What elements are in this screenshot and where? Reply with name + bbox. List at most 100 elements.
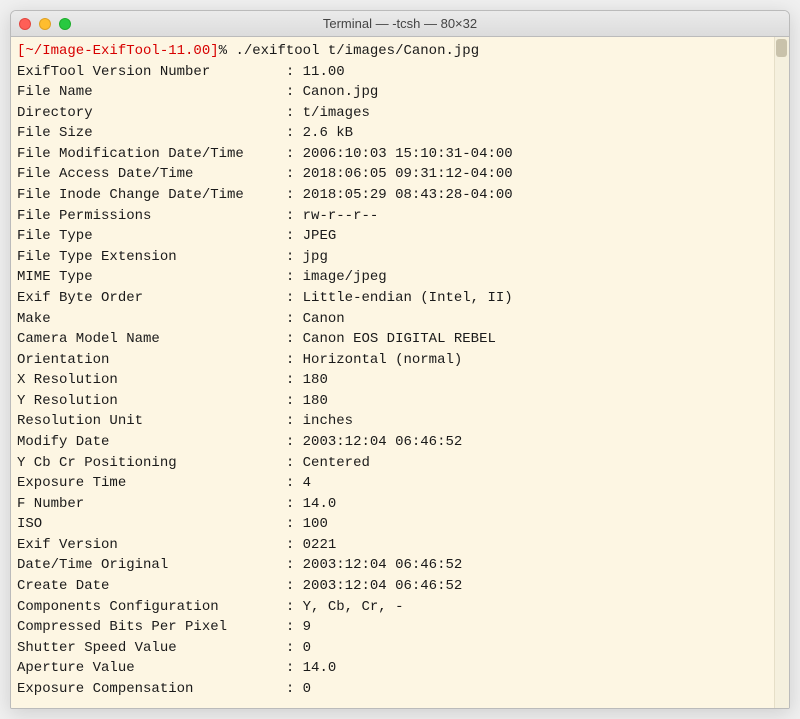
output-separator: : <box>286 249 303 265</box>
output-value: 4 <box>303 475 311 491</box>
output-row: ISO : 100 <box>17 514 783 535</box>
output-row: Directory : t/images <box>17 103 783 124</box>
output-value: 9 <box>303 619 311 635</box>
output-separator: : <box>286 105 303 121</box>
output-value: 2003:12:04 06:46:52 <box>303 434 463 450</box>
output-label: File Inode Change Date/Time <box>17 187 286 203</box>
output-separator: : <box>286 660 303 676</box>
output-row: Create Date : 2003:12:04 06:46:52 <box>17 576 783 597</box>
output-label: MIME Type <box>17 269 286 285</box>
output-separator: : <box>286 537 303 553</box>
output-separator: : <box>286 578 303 594</box>
output-separator: : <box>286 228 303 244</box>
output-separator: : <box>286 166 303 182</box>
output-value: 0221 <box>303 537 337 553</box>
output-label: Make <box>17 311 286 327</box>
output-separator: : <box>286 599 303 615</box>
output-row: File Permissions : rw-r--r-- <box>17 206 783 227</box>
output-row: Shutter Speed Value : 0 <box>17 638 783 659</box>
output-value: 2006:10:03 15:10:31-04:00 <box>303 146 513 162</box>
output-value: 11.00 <box>303 64 345 80</box>
output-value: 0 <box>303 681 311 697</box>
output-label: Resolution Unit <box>17 413 286 429</box>
output-row: File Modification Date/Time : 2006:10:03… <box>17 144 783 165</box>
output-separator: : <box>286 619 303 635</box>
output-label: File Type <box>17 228 286 244</box>
output-value: Y, Cb, Cr, - <box>303 599 404 615</box>
output-separator: : <box>286 557 303 573</box>
output-label: F Number <box>17 496 286 512</box>
output-value: Canon.jpg <box>303 84 379 100</box>
output-row: Y Cb Cr Positioning : Centered <box>17 453 783 474</box>
terminal-body[interactable]: [~/Image-ExifTool-11.00]% ./exiftool t/i… <box>11 37 789 708</box>
output-separator: : <box>286 455 303 471</box>
prompt-command: ./exiftool t/images/Canon.jpg <box>235 43 479 59</box>
output-separator: : <box>286 64 303 80</box>
output-value: 2003:12:04 06:46:52 <box>303 578 463 594</box>
output-label: Exposure Time <box>17 475 286 491</box>
output-value: 0 <box>303 640 311 656</box>
output-value: 180 <box>303 393 328 409</box>
output-value: Centered <box>303 455 370 471</box>
prompt-line: [~/Image-ExifTool-11.00]% ./exiftool t/i… <box>17 41 783 62</box>
output-label: Exif Version <box>17 537 286 553</box>
output-label: Date/Time Original <box>17 557 286 573</box>
scrollbar-thumb[interactable] <box>776 39 787 57</box>
output-separator: : <box>286 311 303 327</box>
output-label: ISO <box>17 516 286 532</box>
output-row: Exposure Time : 4 <box>17 473 783 494</box>
output-row: File Size : 2.6 kB <box>17 123 783 144</box>
output-row: Date/Time Original : 2003:12:04 06:46:52 <box>17 555 783 576</box>
output-value: 14.0 <box>303 660 337 676</box>
output-label: Components Configuration <box>17 599 286 615</box>
output-separator: : <box>286 187 303 203</box>
titlebar[interactable]: Terminal — -tcsh — 80×32 <box>11 11 789 37</box>
output-value: t/images <box>303 105 370 121</box>
output-label: File Permissions <box>17 208 286 224</box>
output-label: Exposure Compensation <box>17 681 286 697</box>
zoom-icon[interactable] <box>59 18 71 30</box>
output-separator: : <box>286 475 303 491</box>
output-value: 14.0 <box>303 496 337 512</box>
output-separator: : <box>286 331 303 347</box>
output-separator: : <box>286 352 303 368</box>
output-value: image/jpeg <box>303 269 387 285</box>
output-separator: : <box>286 290 303 306</box>
output-label: File Access Date/Time <box>17 166 286 182</box>
output-row: X Resolution : 180 <box>17 370 783 391</box>
traffic-lights <box>19 18 71 30</box>
output-separator: : <box>286 146 303 162</box>
output-row: Exposure Compensation : 0 <box>17 679 783 700</box>
close-icon[interactable] <box>19 18 31 30</box>
output-separator: : <box>286 434 303 450</box>
output-value: 2018:06:05 09:31:12-04:00 <box>303 166 513 182</box>
output-label: Aperture Value <box>17 660 286 676</box>
output-value: 100 <box>303 516 328 532</box>
terminal-output: ExifTool Version Number : 11.00File Name… <box>17 62 783 700</box>
scrollbar[interactable] <box>774 37 789 708</box>
output-separator: : <box>286 84 303 100</box>
output-row: F Number : 14.0 <box>17 494 783 515</box>
output-separator: : <box>286 269 303 285</box>
output-row: File Inode Change Date/Time : 2018:05:29… <box>17 185 783 206</box>
output-value: Horizontal (normal) <box>303 352 463 368</box>
output-separator: : <box>286 413 303 429</box>
terminal-window: Terminal — -tcsh — 80×32 [~/Image-ExifTo… <box>10 10 790 709</box>
output-row: MIME Type : image/jpeg <box>17 267 783 288</box>
output-separator: : <box>286 640 303 656</box>
output-row: File Type : JPEG <box>17 226 783 247</box>
output-label: Directory <box>17 105 286 121</box>
output-value: JPEG <box>303 228 337 244</box>
output-label: Compressed Bits Per Pixel <box>17 619 286 635</box>
output-separator: : <box>286 516 303 532</box>
output-label: X Resolution <box>17 372 286 388</box>
output-row: Exif Byte Order : Little-endian (Intel, … <box>17 288 783 309</box>
output-row: File Type Extension : jpg <box>17 247 783 268</box>
output-label: File Size <box>17 125 286 141</box>
output-value: Canon EOS DIGITAL REBEL <box>303 331 496 347</box>
output-label: File Modification Date/Time <box>17 146 286 162</box>
minimize-icon[interactable] <box>39 18 51 30</box>
output-label: Modify Date <box>17 434 286 450</box>
prompt-symbol: % <box>219 43 227 59</box>
output-value: Canon <box>303 311 345 327</box>
